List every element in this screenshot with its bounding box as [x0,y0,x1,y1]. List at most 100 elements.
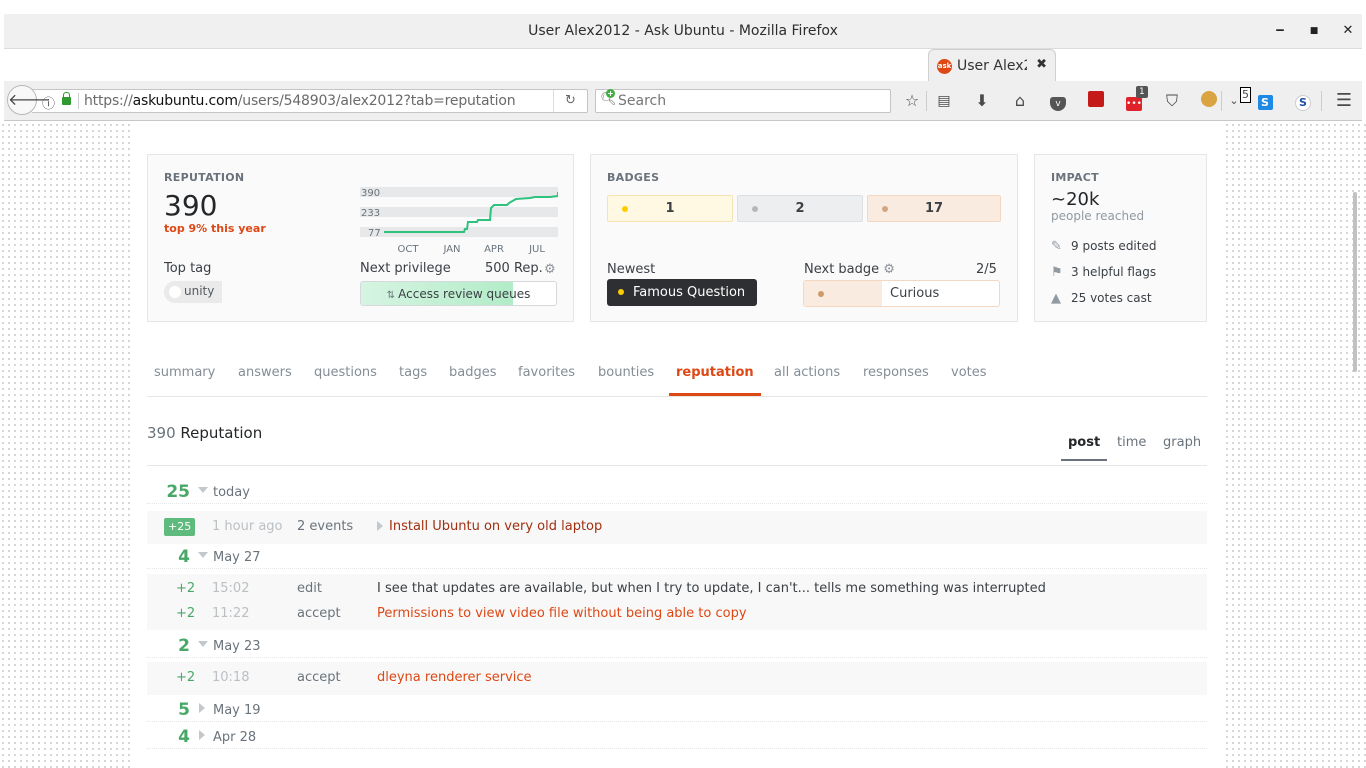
tab-responses[interactable]: responses [856,365,936,396]
expand-caret-icon[interactable] [199,703,205,713]
rep-day-row[interactable]: 5 May 19 [147,698,1207,722]
search-engine-icon[interactable]: 🔍︎ + [600,89,617,107]
impact-title: IMPACT [1051,171,1099,184]
privilege-settings-gear-icon[interactable]: ⚙ [544,263,557,276]
next-badge-name: Curious [890,286,940,301]
collapse-caret-icon[interactable] [198,487,208,493]
tab-bounties[interactable]: bounties [591,365,661,396]
post-link[interactable]: dleyna renderer service [377,670,532,685]
collapse-caret-icon[interactable] [198,552,208,558]
tab-summary[interactable]: summary [147,365,222,396]
gold-badge-icon [618,289,624,295]
window-titlebar: User Alex2012 - Ask Ubuntu - Mozilla Fir… [4,14,1362,49]
sort-post[interactable]: post [1061,435,1108,461]
tab-questions[interactable]: questions [307,365,384,396]
bronze-badge-icon [818,291,824,297]
lock-icon [62,92,71,105]
next-badge-gear-icon[interactable]: ⚙ [883,262,895,277]
monkey-icon[interactable] [1199,91,1219,111]
lastpass-icon[interactable]: ••• 1 [1124,86,1148,111]
tab-title: User Alex2012 - Ask Ubuntu [957,58,1027,74]
stylish-icon[interactable]: S [1293,91,1313,111]
silver-badge-count[interactable]: 2 [737,195,863,222]
lastpass-badge: 1 [1136,86,1148,98]
impact-value: ~20k [1051,189,1100,210]
post-link[interactable]: I see that updates are available, but wh… [377,581,1046,596]
back-button[interactable]: 🡐 [7,85,51,115]
tab-badges[interactable]: badges [442,365,504,396]
shield-icon[interactable]: ⛉ [1162,91,1182,111]
page-scrollbar[interactable] [1353,192,1357,372]
rep-day-row[interactable]: 4 May 27 [147,545,1207,569]
next-badge-label: Next badge ⚙ [804,262,895,277]
next-privilege-progress[interactable]: ⇅ Access review queues [360,281,557,306]
url-text[interactable]: https://askubuntu.com/users/548903/alex2… [84,93,516,109]
flag-icon: ⚑ [1051,265,1063,280]
expand-caret-icon[interactable] [199,730,205,740]
bronze-badge-count[interactable]: 17 [867,195,1001,222]
rep-points-badge: +25 [164,518,196,536]
page-viewport: REPUTATION 390 top 9% this year 390 233 77… [0,122,1366,768]
gold-badge-count[interactable]: 1 [607,195,733,222]
maximize-button[interactable]: ■ [1306,22,1322,40]
sort-time[interactable]: time [1110,435,1153,461]
tab-all-actions[interactable]: all actions [767,365,847,396]
next-badge-progress[interactable]: Curious [803,280,1000,307]
rep-day-row[interactable]: 2 May 23 [147,634,1207,658]
reputation-sparkline[interactable]: 390 233 77 OCT JAN APR JUL [360,183,558,255]
search-bar[interactable]: 🔍︎ + [595,89,891,113]
sparkline-x-tick: OCT [398,244,420,255]
reputation-title: REPUTATION [164,171,245,184]
reload-icon[interactable]: ↻ [553,90,587,112]
tab-close-icon[interactable]: ✖ [1036,57,1047,72]
close-window-button[interactable]: ✕ [1340,22,1356,40]
url-bar[interactable]: ⓘ https://askubuntu.com/users/548903/ale… [32,89,588,113]
reputation-rank[interactable]: top 9% this year [164,222,266,235]
browser-tab[interactable]: ask User Alex2012 - Ask Ubuntu ✖ [928,49,1056,81]
pocket-icon[interactable]: v [1048,91,1068,111]
window-title: User Alex2012 - Ask Ubuntu - Mozilla Fir… [528,23,838,39]
navigation-toolbar: ⓘ https://askubuntu.com/users/548903/ale… [4,81,1362,121]
collapse-caret-icon[interactable] [198,641,208,647]
sparkline-y-tick: 77 [368,228,381,239]
top-tag[interactable]: unity [164,281,222,303]
menu-icon[interactable]: ☰ [1334,91,1354,111]
rep-event-row: +2 15:02 edit I see that updates are ava… [176,581,1046,596]
skype-icon[interactable]: S [1255,91,1275,111]
tab-votes[interactable]: votes [944,365,994,396]
sort-graph[interactable]: graph [1156,435,1208,461]
newest-badge[interactable]: Famous Question [607,279,758,306]
reading-list-icon[interactable]: ▤ [934,91,954,111]
post-link[interactable]: Permissions to view video file without b… [377,606,747,621]
rep-day-row[interactable]: 4 Apr 28 [147,725,1207,749]
bookmark-star-icon[interactable]: ☆ [902,91,922,111]
tab-tags[interactable]: tags [392,365,434,396]
profile-content: REPUTATION 390 top 9% this year 390 233 77… [130,122,1224,768]
rep-event-row: +25 1 hour ago 2 events Install Ubuntu o… [147,514,1207,539]
upvote-icon: ▲ [1051,291,1061,306]
next-badge-progress-fill [804,281,882,306]
posts-edited: ✎ 9 posts edited [1051,239,1157,254]
download-icon[interactable]: ⬇ [972,91,992,111]
overflow-count: 5 [1240,87,1251,103]
sparkline-y-tick: 390 [361,188,380,199]
rep-day-row[interactable]: 25 today [147,480,1207,504]
newest-badge-label: Newest [607,262,656,277]
minimize-button[interactable]: ‒ [1272,22,1288,40]
tab-answers[interactable]: answers [231,365,299,396]
expand-caret-icon[interactable] [377,521,383,531]
sparkline-band [360,187,558,197]
helpful-flags: ⚑ 3 helpful flags [1051,265,1157,280]
rep-event-row: +2 10:18 accept dleyna renderer service [176,670,532,685]
tab-strip: ask User Alex2012 - Ask Ubuntu ✖ [4,49,1362,81]
tab-favorites[interactable]: favorites [511,365,582,396]
post-link[interactable]: Install Ubuntu on very old laptop [389,519,602,534]
tab-reputation[interactable]: reputation [669,365,761,396]
pencil-icon: ✎ [1051,239,1062,254]
profile-tabs: summary answers questions tags badges fa… [147,355,1207,397]
reputation-card: REPUTATION 390 top 9% this year 390 233 77… [147,154,574,322]
home-icon[interactable]: ⌂ [1010,91,1030,111]
search-input[interactable] [618,92,878,110]
next-privilege-rep: 500 Rep. [485,261,543,276]
extension-red-icon[interactable] [1086,91,1106,111]
